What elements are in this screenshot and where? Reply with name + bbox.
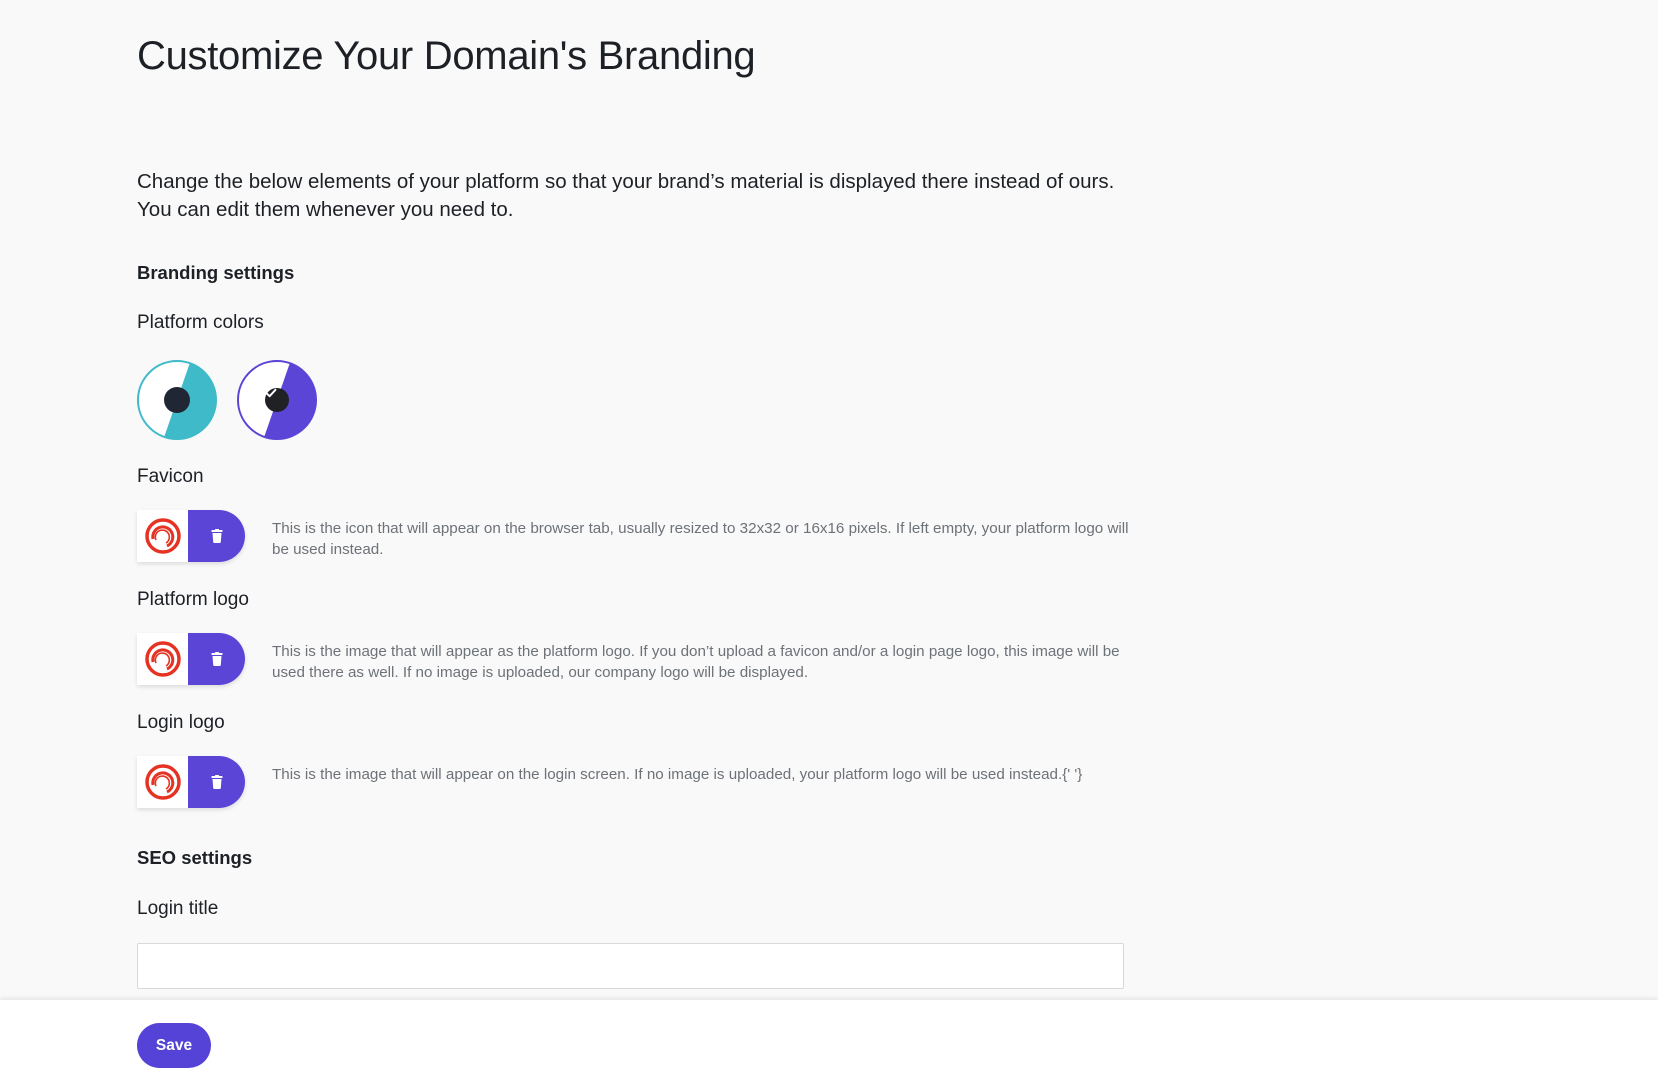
trash-icon	[211, 652, 222, 666]
favicon-delete-button[interactable]	[188, 510, 245, 562]
favicon-preview[interactable]	[137, 510, 188, 562]
platform-colors-label: Platform colors	[137, 312, 264, 333]
save-button[interactable]: Save	[137, 1023, 211, 1068]
branding-page: Customize Your Domain's Branding Change …	[0, 0, 1658, 1077]
favicon-upload-control	[137, 510, 245, 562]
trash-icon	[211, 529, 222, 543]
favicon-help-text: This is the icon that will appear on the…	[272, 520, 1129, 558]
login-logo-upload: This is the image that will appear on th…	[137, 756, 1125, 808]
platform-logo-upload: This is the image that will appear as th…	[137, 633, 1125, 685]
platform-logo-help-text: This is the image that will appear as th…	[272, 643, 1120, 681]
trash-icon	[211, 775, 222, 789]
red-swirl-logo-icon	[144, 764, 181, 800]
seo-settings-heading: SEO settings	[137, 847, 253, 868]
branding-settings-heading: Branding settings	[137, 262, 295, 283]
login-logo-help-text: This is the image that will appear on th…	[272, 766, 1083, 783]
footer-bar: Save	[0, 1000, 1658, 1077]
login-logo-delete-button[interactable]	[188, 756, 245, 808]
favicon-upload: This is the icon that will appear on the…	[137, 510, 1129, 562]
login-logo-label: Login logo	[137, 712, 225, 733]
favicon-label: Favicon	[137, 466, 204, 487]
login-logo-preview[interactable]	[137, 756, 188, 808]
red-swirl-logo-icon	[144, 641, 181, 677]
red-swirl-logo-icon	[144, 518, 181, 554]
color-swatches	[137, 360, 317, 442]
platform-logo-label: Platform logo	[137, 589, 249, 610]
color-option-purple[interactable]	[237, 360, 317, 440]
login-logo-upload-control	[137, 756, 245, 808]
color-option-teal[interactable]	[137, 360, 217, 440]
login-title-input[interactable]	[137, 943, 1124, 989]
platform-logo-preview[interactable]	[137, 633, 188, 685]
page-title: Customize Your Domain's Branding	[137, 34, 756, 78]
login-title-label: Login title	[137, 898, 219, 919]
platform-logo-upload-control	[137, 633, 245, 685]
color-indicator-dot	[164, 387, 190, 413]
check-icon	[265, 388, 289, 412]
platform-logo-delete-button[interactable]	[188, 633, 245, 685]
intro-text: Change the below elements of your platfo…	[137, 170, 1115, 221]
